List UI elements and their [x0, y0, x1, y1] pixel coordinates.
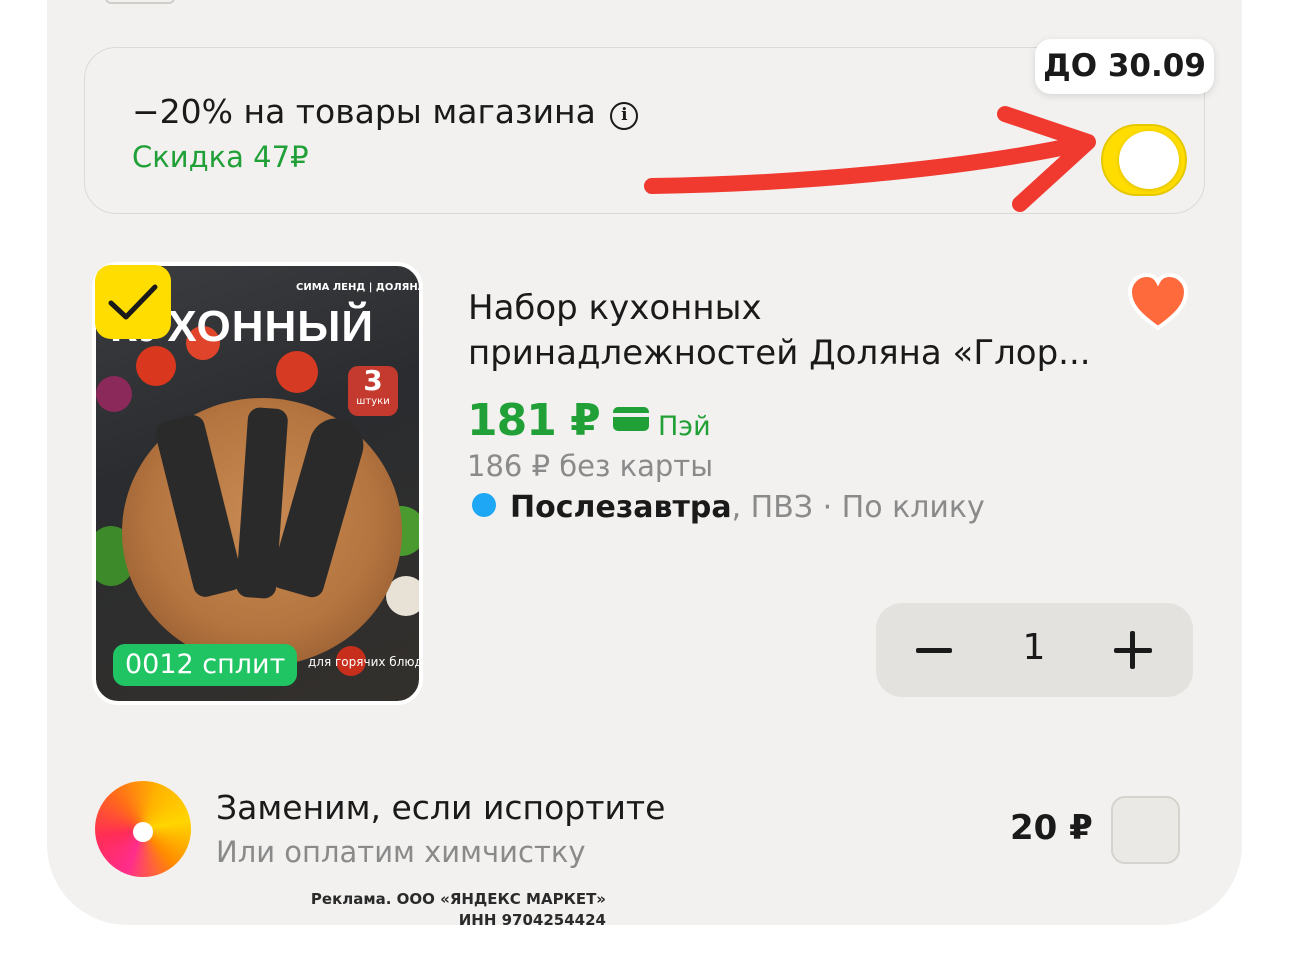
product-title-line2: принадлежностей Доляна «Глор... — [468, 333, 1091, 373]
product-title-line1: Набор кухонных — [468, 288, 762, 328]
image-count-number: 3 — [363, 364, 383, 397]
quantity-stepper: 1 — [876, 603, 1193, 697]
favorite-button[interactable] — [1126, 272, 1190, 332]
decrease-quantity-button[interactable] — [912, 603, 956, 697]
price-with-card: 181 ₽ — [467, 395, 601, 446]
tomato-decor — [96, 376, 132, 412]
insurance-subtitle: Или оплатим химчистку — [216, 835, 586, 869]
tomato-decor — [276, 351, 318, 393]
product-title[interactable]: Набор кухонных принадлежностей Доляна «Г… — [468, 286, 1118, 376]
insurance-title: Заменим, если испортите — [216, 788, 666, 827]
product-select-checkbox[interactable] — [95, 265, 171, 339]
delivery-info: Послезавтра, ПВЗ · По клику — [472, 490, 985, 525]
image-count-label: штуки — [356, 396, 390, 407]
insurance-logo-icon — [95, 781, 191, 877]
split-badge: 0012 сплит — [113, 644, 298, 686]
increase-quantity-button[interactable] — [1110, 603, 1158, 697]
insurance-price: 20 ₽ — [1010, 808, 1093, 848]
tomato-decor — [136, 346, 176, 386]
promo-title: −20% на товары магазина i — [132, 92, 639, 131]
insurance-checkbox[interactable] — [1111, 796, 1180, 864]
checkmark-icon — [108, 284, 158, 320]
delivery-status-dot — [472, 493, 496, 517]
image-hot-label: для горячих блюд — [308, 655, 423, 669]
card-icon — [612, 407, 649, 431]
top-element-stub — [105, 0, 175, 4]
ad-disclaimer-line1: Реклама. ООО «ЯНДЕКС МАРКЕТ» — [310, 890, 606, 908]
toggle-knob — [1119, 131, 1179, 189]
price-row: 181 ₽ Пэй — [467, 395, 711, 447]
ad-disclaimer: Реклама. ООО «ЯНДЕКС МАРКЕТ» ИНН 9704254… — [300, 889, 606, 931]
price-without-card: 186 ₽ без карты — [467, 449, 714, 483]
quantity-value: 1 — [1022, 627, 1046, 668]
promo-toggle[interactable] — [1101, 124, 1187, 196]
ad-disclaimer-line2: ИНН 9704254424 — [458, 911, 606, 929]
promo-discount: Скидка 47₽ — [132, 140, 309, 174]
info-icon[interactable]: i — [610, 102, 639, 130]
promo-title-text: −20% на товары магазина — [132, 92, 596, 131]
delivery-day: Послезавтра — [510, 490, 732, 525]
image-count-badge: 3 штуки — [348, 366, 398, 416]
delivery-details: , ПВЗ · По клику — [731, 490, 985, 525]
heart-icon — [1127, 272, 1189, 331]
image-brand: СИМА ЛЕНД | ДОЛЯНА — [296, 282, 423, 293]
promo-valid-until-badge: ДО 30.09 — [1035, 39, 1214, 94]
pay-label: Пэй — [657, 411, 711, 442]
